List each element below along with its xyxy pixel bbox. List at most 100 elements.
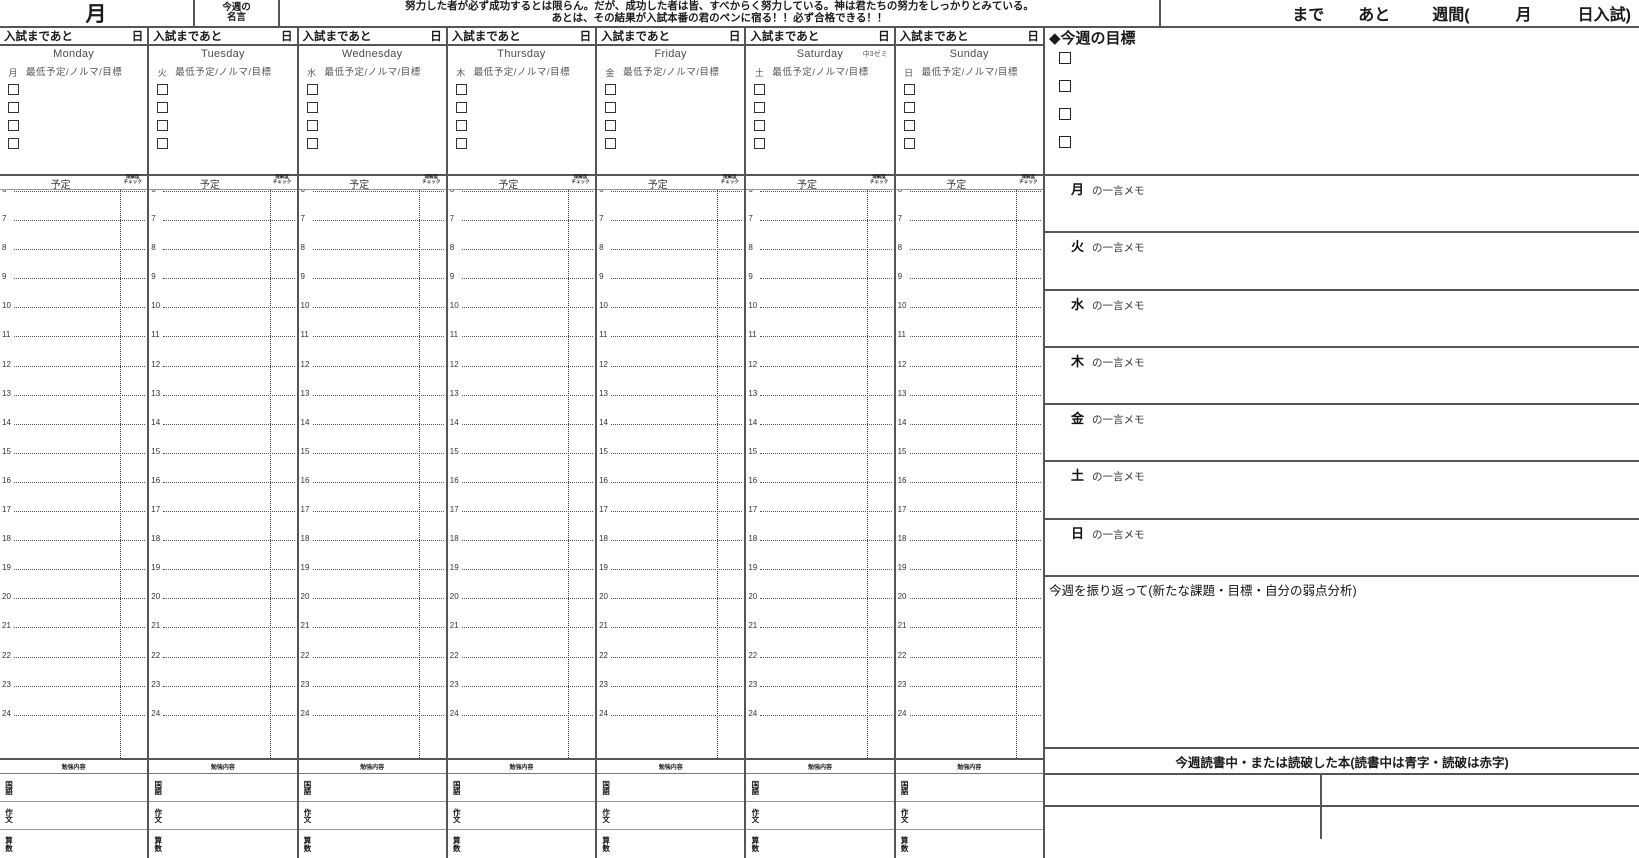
hour-row[interactable]: 17	[149, 505, 296, 539]
day-goal-checkbox[interactable]	[754, 138, 766, 149]
hour-row[interactable]: 15	[0, 447, 147, 481]
hour-row[interactable]: 12	[448, 360, 595, 394]
hour-row[interactable]: 13	[299, 389, 446, 423]
day-goal-checkbox[interactable]	[8, 120, 19, 131]
hour-row[interactable]: 10	[0, 301, 147, 335]
hour-row[interactable]: 15	[149, 447, 296, 481]
hour-row[interactable]: 23	[597, 680, 744, 714]
study-subject-row[interactable]: 国語	[597, 774, 745, 802]
hour-row[interactable]: 7	[299, 214, 446, 248]
hour-row[interactable]: 22	[597, 651, 744, 685]
hour-row[interactable]: 18	[448, 534, 595, 568]
hour-row[interactable]: 24	[299, 709, 446, 743]
day-goal-checkbox[interactable]	[157, 102, 169, 113]
hour-row[interactable]: 13	[746, 389, 893, 423]
day-goal-checkbox[interactable]	[903, 120, 915, 131]
hour-row[interactable]: 24	[597, 709, 744, 743]
exam-countdown-strip[interactable]: 入試まであと 日	[447, 28, 596, 46]
reading-row[interactable]	[1045, 807, 1639, 840]
hour-row[interactable]: 16	[746, 476, 893, 510]
hour-row[interactable]: 12	[0, 360, 147, 394]
hour-row[interactable]: 6	[299, 190, 446, 219]
hour-row[interactable]: 20	[746, 592, 893, 626]
reading-cell-title[interactable]	[1045, 807, 1322, 840]
hour-row[interactable]: 14	[299, 418, 446, 452]
hour-row[interactable]: 16	[448, 476, 595, 510]
hour-row[interactable]: 20	[299, 592, 446, 626]
study-subject-row[interactable]: 算数	[299, 830, 446, 858]
hour-row[interactable]: 24	[896, 709, 1043, 743]
hour-row[interactable]: 16	[299, 476, 446, 510]
hour-row[interactable]: 19	[448, 563, 595, 597]
hour-row[interactable]: 21	[597, 621, 744, 655]
study-subject-row[interactable]: 算数	[448, 830, 595, 858]
hour-row[interactable]: 14	[746, 418, 893, 452]
day-goal-checkbox[interactable]	[754, 120, 766, 131]
hour-row[interactable]: 20	[896, 592, 1043, 626]
hour-row[interactable]: 23	[0, 680, 147, 714]
hour-row[interactable]: 7	[149, 214, 296, 248]
hour-row[interactable]: 17	[0, 505, 147, 539]
weekly-review-section[interactable]: 今週を振り返って(新たな課題・目標・自分の弱点分析)	[1045, 577, 1639, 750]
hour-row[interactable]: 17	[597, 505, 744, 539]
exam-countdown-strip[interactable]: 入試まであと 日	[746, 28, 894, 46]
day-goal-checkbox[interactable]	[605, 120, 617, 131]
hour-row[interactable]: 18	[896, 534, 1043, 568]
reading-cell-note[interactable]	[1322, 807, 1639, 839]
day-goal-checkbox[interactable]	[903, 84, 915, 95]
study-subject-row[interactable]: 算数	[0, 830, 147, 858]
study-subject-row[interactable]: 作文	[895, 802, 1043, 830]
hour-row[interactable]: 14	[597, 418, 744, 452]
hour-row[interactable]: 22	[746, 651, 893, 685]
hour-row[interactable]: 7	[0, 214, 147, 248]
hour-row[interactable]: 23	[149, 680, 296, 714]
hour-row[interactable]: 20	[448, 592, 595, 626]
hour-row[interactable]: 13	[448, 389, 595, 423]
daily-memo-row[interactable]: 水の一言メモ	[1045, 291, 1639, 348]
hour-row[interactable]: 8	[597, 243, 744, 277]
daily-memo-row[interactable]: 土の一言メモ	[1045, 462, 1639, 520]
day-goal-checkbox[interactable]	[605, 138, 617, 149]
study-subject-row[interactable]: 算数	[746, 830, 893, 858]
day-goal-checkbox[interactable]	[8, 102, 19, 113]
day-goal-checkbox[interactable]	[157, 138, 169, 149]
hour-row[interactable]: 11	[149, 330, 296, 364]
hour-row[interactable]: 8	[448, 243, 595, 277]
hour-row[interactable]: 23	[448, 680, 595, 714]
hour-row[interactable]: 18	[149, 534, 296, 568]
hour-row[interactable]: 21	[299, 621, 446, 655]
hour-row[interactable]: 10	[448, 301, 595, 335]
hour-row[interactable]: 9	[448, 272, 595, 306]
day-goal-checkbox[interactable]	[8, 138, 19, 149]
hour-row[interactable]: 15	[448, 447, 595, 481]
hour-row[interactable]: 14	[896, 418, 1043, 452]
daily-memo-row[interactable]: 日の一言メモ	[1045, 520, 1639, 578]
day-goal-checkbox[interactable]	[903, 102, 915, 113]
hour-row[interactable]: 23	[746, 680, 893, 714]
study-subject-row[interactable]: 算数	[896, 830, 1043, 858]
day-goal-checkbox[interactable]	[455, 120, 467, 131]
quote-text-cell[interactable]: 努力した者が必ず成功するとは限らん。だが、成功した者は皆、すべからく努力している…	[280, 0, 1161, 26]
weekly-goal-checkbox[interactable]	[1059, 136, 1071, 148]
hour-row[interactable]: 22	[896, 651, 1043, 685]
study-subject-row[interactable]: 国語	[447, 774, 596, 802]
exam-countdown-strip[interactable]: 入試まであと 日	[597, 28, 745, 46]
day-goal-checkbox[interactable]	[306, 102, 318, 113]
hour-row[interactable]: 9	[149, 272, 296, 306]
day-goal-checkbox[interactable]	[8, 84, 19, 95]
hourly-schedule-grid[interactable]: 6 7 8 9 10 11 12 13 14 15 16 17 18 19 20 21 22 23 24	[298, 190, 446, 760]
hour-row[interactable]: 10	[299, 301, 446, 335]
hourly-schedule-grid[interactable]: 6 7 8 9 10 11 12 13 14 15 16 17 18 19 20 21 22 23 24	[746, 190, 894, 760]
hour-row[interactable]: 6	[746, 190, 893, 219]
hourly-schedule-grid[interactable]: 6 7 8 9 10 11 12 13 14 15 16 17 18 19 20 21 22 23 24	[149, 190, 297, 760]
hour-row[interactable]: 17	[448, 505, 595, 539]
day-goal-checkbox[interactable]	[306, 138, 318, 149]
hour-row[interactable]: 8	[299, 243, 446, 277]
hour-row[interactable]: 21	[896, 621, 1043, 655]
hour-row[interactable]: 9	[0, 272, 147, 306]
weekly-goal-checklist[interactable]	[1045, 46, 1639, 176]
hour-row[interactable]: 10	[896, 301, 1043, 335]
study-subject-row[interactable]: 国語	[0, 774, 148, 802]
hour-row[interactable]: 17	[299, 505, 446, 539]
study-subject-row[interactable]: 作文	[447, 802, 596, 830]
